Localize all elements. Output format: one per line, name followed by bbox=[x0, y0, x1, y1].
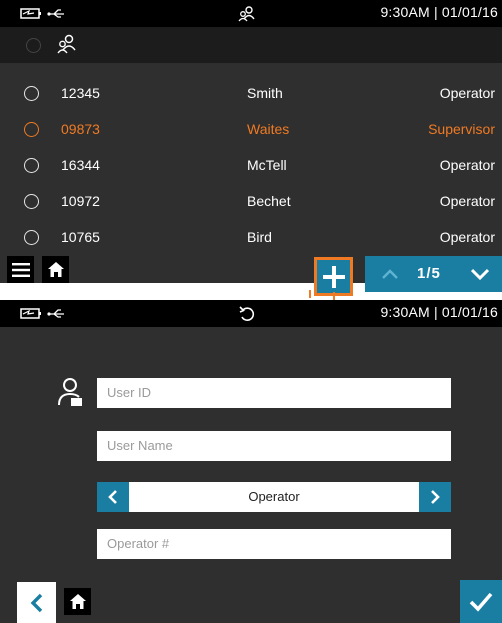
plus-icon bbox=[322, 265, 345, 288]
pager: 1/5 bbox=[365, 256, 502, 292]
user-name-cell: McTell bbox=[247, 157, 287, 173]
chevron-up-icon bbox=[382, 269, 398, 279]
operator-number-placeholder: Operator # bbox=[107, 536, 170, 551]
role-selector: Operator bbox=[97, 482, 451, 512]
chevron-left-icon bbox=[108, 490, 117, 504]
role-next-button[interactable] bbox=[419, 482, 451, 512]
status-bar: 9:30AM | 01/01/16 bbox=[0, 300, 502, 327]
home-button[interactable] bbox=[42, 256, 69, 283]
user-name-cell: Bird bbox=[247, 229, 272, 245]
add-user-button[interactable] bbox=[314, 257, 353, 296]
home-icon bbox=[69, 594, 86, 609]
page-down-button[interactable] bbox=[465, 260, 495, 288]
users-icon bbox=[238, 6, 255, 22]
page-indicator: 1/5 bbox=[417, 265, 441, 282]
list-item[interactable]: 10765 Bird Operator bbox=[0, 220, 502, 256]
user-id-field[interactable]: User ID bbox=[97, 378, 451, 408]
user-role-cell: Operator bbox=[439, 157, 495, 173]
menu-button[interactable] bbox=[7, 256, 34, 283]
user-id-placeholder: User ID bbox=[107, 385, 152, 400]
user-id-cell: 12345 bbox=[61, 85, 100, 101]
users-icon bbox=[57, 34, 76, 54]
user-id-cell: 09873 bbox=[61, 121, 100, 137]
list-item[interactable]: 10972 Bechet Operator bbox=[0, 184, 502, 220]
user-edit-icon bbox=[58, 378, 82, 406]
page-up-button[interactable] bbox=[375, 260, 405, 288]
home-icon bbox=[47, 262, 64, 277]
status-bar: 9:30AM | 01/01/16 bbox=[0, 0, 502, 27]
select-all-radio[interactable] bbox=[26, 38, 41, 53]
user-id-cell: 16344 bbox=[61, 157, 100, 173]
row-radio[interactable] bbox=[24, 230, 39, 245]
user-name-cell: Smith bbox=[247, 85, 283, 101]
hamburger-icon bbox=[11, 262, 30, 277]
undo-icon bbox=[239, 306, 255, 321]
row-radio[interactable] bbox=[24, 194, 39, 209]
role-value: Operator bbox=[248, 489, 300, 504]
user-role-cell: Operator bbox=[439, 85, 495, 101]
user-role-cell: Operator bbox=[439, 193, 495, 209]
user-name-field[interactable]: User Name bbox=[97, 431, 451, 461]
row-radio[interactable] bbox=[24, 158, 39, 173]
list-header bbox=[0, 27, 502, 63]
user-role-cell: Supervisor bbox=[428, 121, 495, 137]
user-name-cell: Bechet bbox=[247, 193, 291, 209]
back-button[interactable] bbox=[17, 582, 56, 623]
role-prev-button[interactable] bbox=[97, 482, 129, 512]
row-radio[interactable] bbox=[24, 122, 39, 137]
battery-usb-icon bbox=[20, 308, 64, 319]
operator-number-field[interactable]: Operator # bbox=[97, 529, 451, 559]
chevron-left-icon bbox=[30, 593, 42, 612]
add-user-screen: 9:30AM | 01/01/16 User ID User Name Oper… bbox=[0, 300, 502, 623]
list-item[interactable]: 12345 Smith Operator bbox=[0, 76, 502, 112]
chevron-down-icon bbox=[471, 268, 489, 280]
status-time: 9:30AM | 01/01/16 bbox=[380, 304, 498, 320]
battery-usb-icon bbox=[20, 8, 64, 19]
user-name-placeholder: User Name bbox=[107, 438, 173, 453]
home-button[interactable] bbox=[64, 588, 91, 615]
list-item[interactable]: 16344 McTell Operator bbox=[0, 148, 502, 184]
status-time: 9:30AM | 01/01/16 bbox=[380, 4, 498, 20]
user-id-cell: 10972 bbox=[61, 193, 100, 209]
list-item[interactable]: 09873 Waites Supervisor bbox=[0, 112, 502, 148]
row-radio[interactable] bbox=[24, 86, 39, 101]
checkmark-icon bbox=[469, 592, 493, 612]
user-name-cell: Waites bbox=[247, 121, 290, 137]
connector-line bbox=[309, 290, 311, 298]
user-list-screen: 9:30AM | 01/01/16 12345 Smith Operator 0… bbox=[0, 0, 502, 283]
user-id-cell: 10765 bbox=[61, 229, 100, 245]
confirm-button[interactable] bbox=[460, 580, 502, 623]
chevron-right-icon bbox=[431, 490, 440, 504]
user-role-cell: Operator bbox=[439, 229, 495, 245]
